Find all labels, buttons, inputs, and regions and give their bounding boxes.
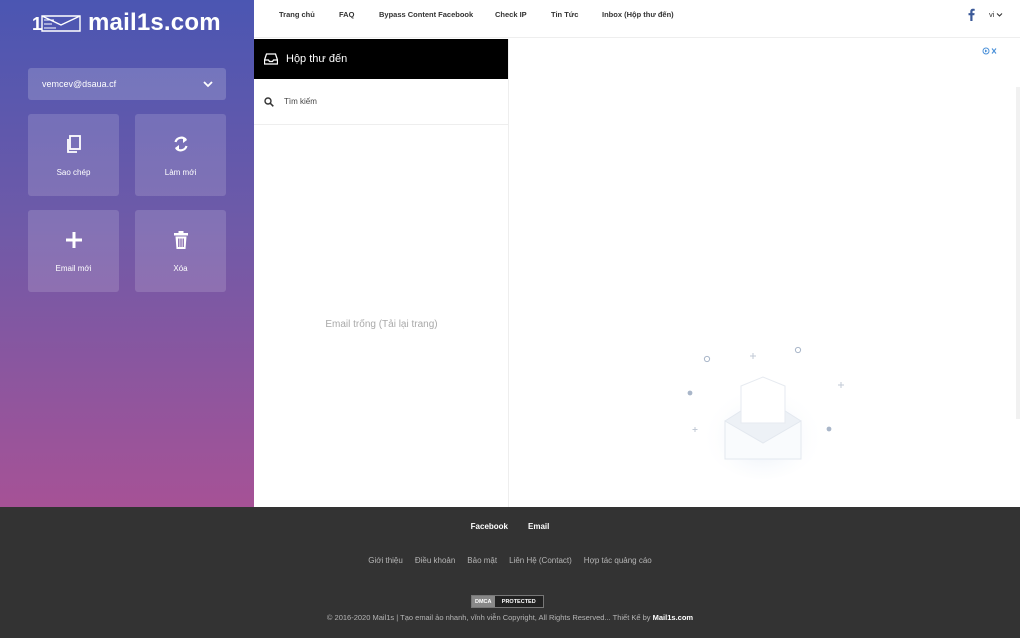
sidebar: 1 mail1s.com vemcev@dsaua.cf Sao chép Là… — [0, 0, 254, 507]
scrollbar-track[interactable] — [1016, 87, 1020, 419]
footer-links: Giới thiệu Điều khoản Bảo mật Liên Hệ (C… — [0, 556, 1020, 565]
empty-inbox-message[interactable]: Email trống (Tải lại trang) — [254, 319, 509, 330]
copyright-text: © 2016-2020 Mail1s | Tạo email ảo nhanh,… — [0, 613, 1020, 622]
top-navigation: Trang chủ FAQ Bypass Content Facebook Ch… — [254, 0, 1020, 38]
trash-icon — [173, 230, 188, 249]
copyright-brand-link[interactable]: Mail1s.com — [653, 613, 693, 622]
dmca-badge-left: DMCA — [472, 596, 495, 607]
copyright-body: © 2016-2020 Mail1s | Tạo email ảo nhanh,… — [326, 613, 653, 622]
language-select[interactable]: vi — [989, 10, 1003, 19]
footer-link-advertising[interactable]: Hợp tác quảng cáo — [584, 556, 652, 565]
footer-link-about[interactable]: Giới thiệu — [368, 556, 403, 565]
search-icon — [264, 96, 274, 107]
footer-link-privacy[interactable]: Bảo mật — [467, 556, 497, 565]
search-row — [254, 79, 508, 125]
brand-logo[interactable]: 1 mail1s.com — [30, 8, 221, 38]
nav-faq[interactable]: FAQ — [339, 10, 354, 19]
refresh-icon — [173, 136, 188, 151]
nav-bypass-content-facebook[interactable]: Bypass Content Facebook — [379, 10, 473, 19]
inbox-panel: Hộp thư đến Email trống (Tải lại trang) — [254, 39, 509, 507]
new-email-label: Email mới — [55, 263, 92, 273]
footer-facebook-link[interactable]: Facebook — [471, 522, 508, 531]
footer-link-contact[interactable]: Liên Hệ (Contact) — [509, 556, 572, 565]
current-email: vemcev@dsaua.cf — [42, 79, 117, 89]
facebook-icon[interactable] — [966, 8, 976, 21]
logo-mark-icon: 1 — [32, 14, 81, 34]
inbox-header: Hộp thư đến — [254, 39, 508, 79]
chevron-down-icon — [203, 81, 213, 88]
new-email-button[interactable]: Email mới — [28, 210, 119, 292]
delete-button[interactable]: Xóa — [135, 210, 226, 292]
delete-label: Xóa — [173, 263, 188, 273]
inbox-tray-icon — [264, 53, 278, 65]
nav-home[interactable]: Trang chủ — [279, 10, 315, 19]
dmca-badge-right: PROTECTED — [494, 596, 543, 607]
search-input[interactable] — [284, 97, 484, 106]
dmca-badge[interactable]: DMCA PROTECTED — [471, 595, 544, 608]
empty-envelope-illustration — [687, 346, 844, 479]
footer-email-link[interactable]: Email — [528, 522, 549, 531]
copy-button[interactable]: Sao chép — [28, 114, 119, 196]
footer-link-terms[interactable]: Điều khoản — [415, 556, 455, 565]
nav-news[interactable]: Tin Tức — [551, 10, 578, 19]
message-reader-area — [509, 39, 1020, 507]
refresh-button[interactable]: Làm mới — [135, 114, 226, 196]
refresh-label: Làm mới — [164, 167, 197, 177]
email-address-select[interactable]: vemcev@dsaua.cf — [28, 68, 226, 100]
ad-choices-icon[interactable] — [982, 47, 998, 55]
plus-icon — [65, 231, 82, 248]
nav-check-ip[interactable]: Check IP — [495, 10, 527, 19]
copy-label: Sao chép — [56, 167, 91, 177]
language-code: vi — [989, 10, 995, 19]
svg-text:1: 1 — [32, 14, 42, 34]
copy-icon — [66, 134, 81, 153]
footer-social-links: Facebook Email — [0, 522, 1020, 531]
brand-name: mail1s.com — [88, 9, 221, 36]
chevron-down-icon — [997, 13, 1003, 17]
inbox-title: Hộp thư đến — [286, 53, 348, 65]
footer: Facebook Email Giới thiệu Điều khoản Bảo… — [0, 507, 1020, 638]
nav-inbox[interactable]: Inbox (Hộp thư đến) — [602, 10, 674, 19]
